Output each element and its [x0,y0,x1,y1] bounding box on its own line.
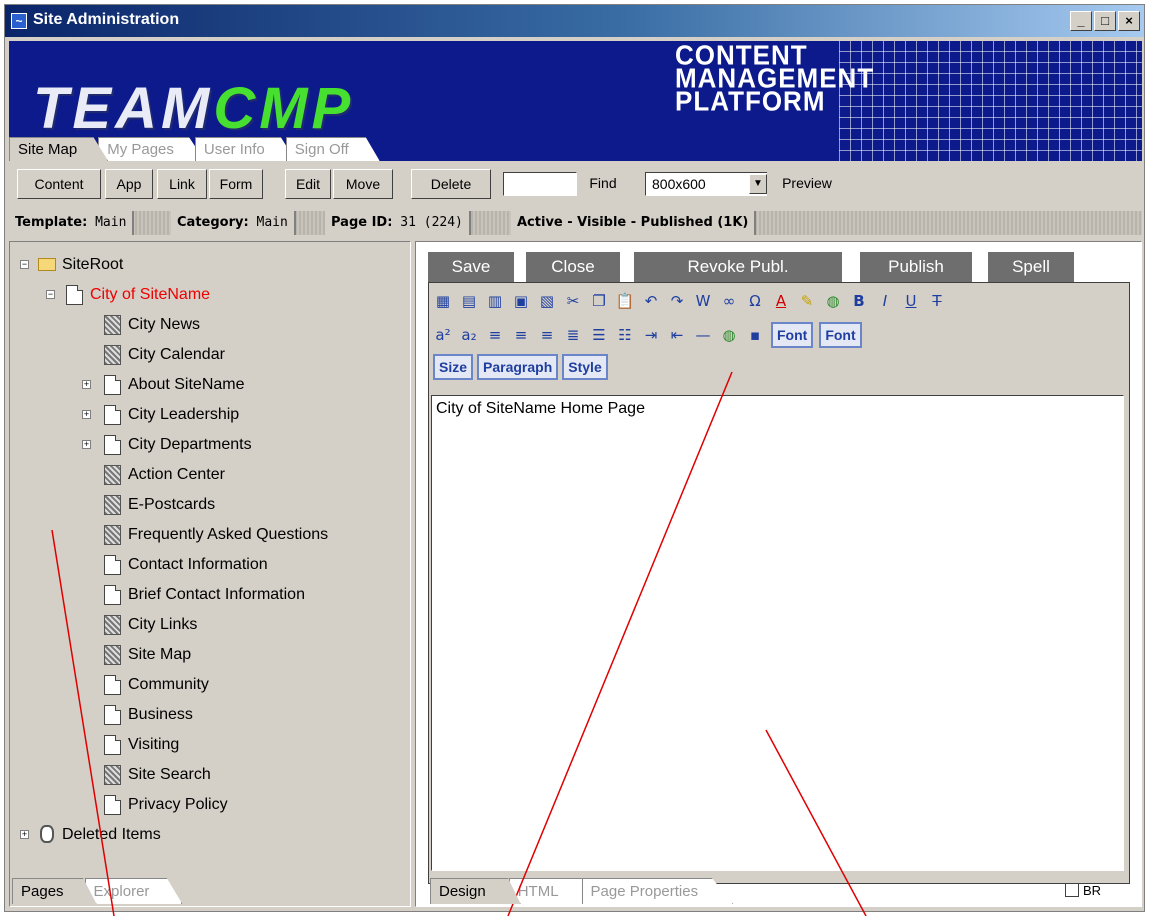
tab-pages[interactable]: Pages [12,878,97,904]
tab-site-map[interactable]: Site Map [9,137,109,161]
annotation-lines [51,371,867,916]
tab-design[interactable]: Design [430,878,521,904]
annotation-line [51,529,115,916]
annotation-line [507,371,733,916]
annotation-line [765,729,867,916]
